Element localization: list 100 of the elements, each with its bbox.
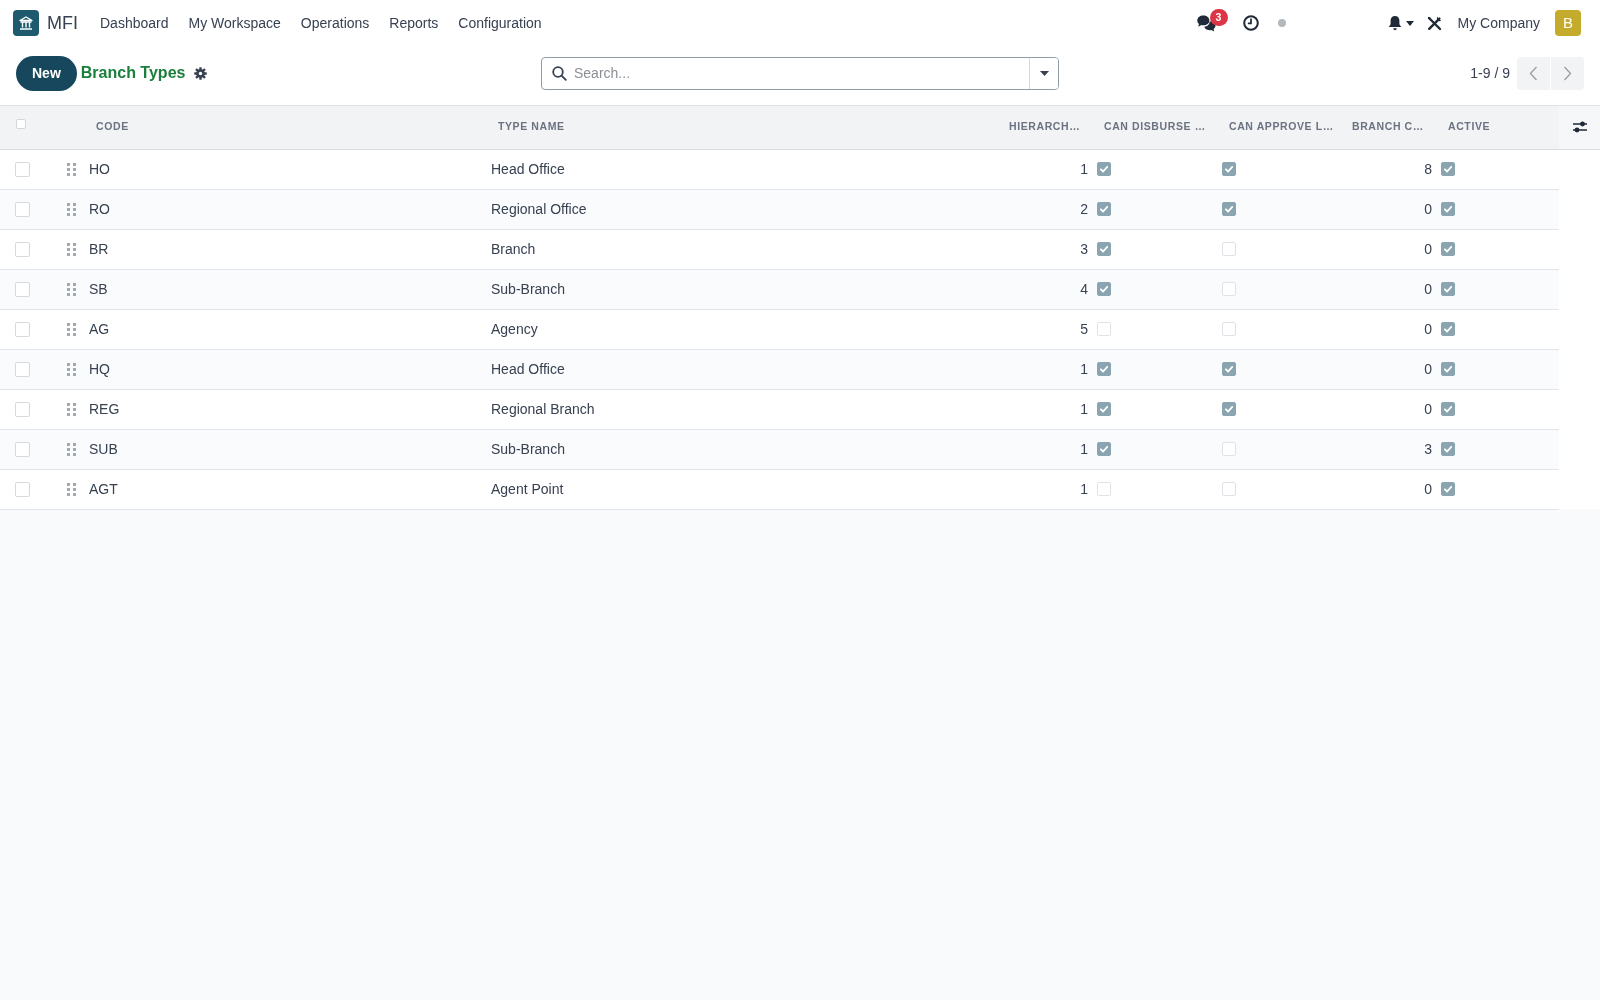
menu-item[interactable]: Configuration: [448, 12, 552, 34]
gear-icon[interactable]: [194, 66, 208, 80]
table-cell: SUB: [85, 429, 487, 469]
row-checkbox[interactable]: [15, 281, 30, 297]
table-cell: 3: [998, 229, 1093, 269]
table-cell: BR: [85, 229, 487, 269]
table-cell: 5: [998, 309, 1093, 349]
table-cell: Sub-Branch: [487, 269, 998, 309]
table-cell: Head Office: [487, 349, 998, 389]
column-header[interactable]: TYPE NAME: [487, 106, 998, 149]
row-checkbox[interactable]: [15, 361, 30, 377]
caret-icon: [1039, 70, 1049, 76]
table-cell: 0: [1341, 469, 1437, 509]
table-cell: 0: [1341, 349, 1437, 389]
search-field[interactable]: Search...: [541, 56, 1059, 90]
row-checkbox[interactable]: [15, 401, 30, 417]
table-cell: Regional Branch: [487, 389, 998, 429]
checkbox[interactable]: [1097, 362, 1111, 376]
drag-handle-icon[interactable]: [67, 442, 76, 456]
column-header[interactable]: CODE: [85, 106, 487, 149]
column-header[interactable]: HIERARCH…: [998, 106, 1093, 149]
checkbox[interactable]: [1222, 362, 1236, 376]
table-cell: 1: [998, 469, 1093, 509]
table-cell: 8: [1341, 149, 1437, 189]
column-header[interactable]: BRANCH C…: [1341, 106, 1437, 149]
table-cell: 1: [998, 149, 1093, 189]
sliders-icon[interactable]: [1571, 120, 1588, 135]
clock-icon[interactable]: [1242, 15, 1259, 31]
menu-item[interactable]: Reports: [379, 12, 449, 34]
table-cell: 2: [998, 189, 1093, 229]
table-cell: AGT: [85, 469, 487, 509]
table-cell: Sub-Branch: [487, 429, 998, 469]
next-button[interactable]: [1551, 56, 1584, 90]
checkbox[interactable]: [1441, 282, 1455, 296]
previous-button[interactable]: [1517, 56, 1550, 90]
menu-item[interactable]: My Workspace: [178, 12, 291, 34]
checkbox[interactable]: [1097, 162, 1111, 176]
drag-handle-icon[interactable]: [67, 242, 76, 256]
checkbox[interactable]: [1441, 482, 1455, 496]
table-cell: 1: [998, 389, 1093, 429]
row-checkbox[interactable]: [15, 201, 30, 217]
caret-icon[interactable]: [1405, 20, 1414, 26]
checkbox[interactable]: [1097, 242, 1111, 256]
row-checkbox[interactable]: [15, 441, 30, 457]
table-cell: 1: [998, 429, 1093, 469]
checkbox[interactable]: [1097, 442, 1111, 456]
checkbox[interactable]: [1222, 202, 1236, 216]
row-checkbox[interactable]: [15, 321, 30, 337]
table-cell: 0: [1341, 269, 1437, 309]
checkbox[interactable]: [1441, 362, 1455, 376]
checkbox[interactable]: [1441, 242, 1455, 256]
checkbox[interactable]: [1441, 442, 1455, 456]
table-cell: SB: [85, 269, 487, 309]
table-cell: 3: [1341, 429, 1437, 469]
table-cell: Branch: [487, 229, 998, 269]
checkbox[interactable]: [1097, 282, 1111, 296]
table-cell: HO: [85, 149, 487, 189]
checkbox[interactable]: [1097, 402, 1111, 416]
checkbox[interactable]: [1441, 162, 1455, 176]
drag-handle-icon[interactable]: [67, 322, 76, 336]
checkbox[interactable]: [1441, 402, 1455, 416]
table-cell: Agency: [487, 309, 998, 349]
table-cell: 4: [998, 269, 1093, 309]
chevron-right-icon: [1563, 65, 1572, 81]
new-button[interactable]: New: [16, 55, 77, 91]
app-name[interactable]: MFI: [47, 9, 78, 37]
checkbox[interactable]: [1222, 402, 1236, 416]
checkbox[interactable]: [1222, 162, 1236, 176]
row-checkbox[interactable]: [15, 481, 30, 497]
checkbox[interactable]: [1441, 202, 1455, 216]
company-name[interactable]: My Company: [1457, 12, 1540, 34]
pager-range[interactable]: 1-9 / 9: [1470, 62, 1510, 84]
table-cell: 0: [1341, 229, 1437, 269]
status-dot-icon: [1277, 19, 1286, 27]
row-checkbox[interactable]: [15, 241, 30, 257]
column-header[interactable]: CAN DISBURSE …: [1093, 106, 1218, 149]
table-cell: 0: [1341, 309, 1437, 349]
drag-handle-icon[interactable]: [67, 202, 76, 216]
select-all-checkbox[interactable]: [16, 119, 26, 130]
chat-icon[interactable]: [1196, 14, 1216, 32]
column-header[interactable]: CAN APPROVE L…: [1218, 106, 1341, 149]
menu-item[interactable]: Operations: [290, 12, 380, 34]
drag-handle-icon[interactable]: [67, 282, 76, 296]
bank-building-icon[interactable]: [13, 10, 39, 36]
tools-icon[interactable]: [1426, 15, 1442, 31]
bell-icon[interactable]: [1387, 15, 1402, 31]
column-header[interactable]: ACTIVE: [1437, 106, 1559, 149]
table-cell: Agent Point: [487, 469, 998, 509]
drag-handle-icon[interactable]: [67, 402, 76, 416]
chevron-left-icon: [1529, 65, 1538, 81]
drag-handle-icon[interactable]: [67, 162, 76, 176]
row-checkbox[interactable]: [15, 161, 30, 177]
search-dropdown-button[interactable]: [1029, 57, 1058, 89]
checkbox[interactable]: [1441, 322, 1455, 336]
checkbox[interactable]: [1097, 202, 1111, 216]
drag-handle-icon[interactable]: [67, 482, 76, 496]
table-cell: 1: [998, 349, 1093, 389]
menu-item[interactable]: Dashboard: [90, 12, 179, 34]
drag-handle-icon[interactable]: [67, 362, 76, 376]
table-cell: Head Office: [487, 149, 998, 189]
